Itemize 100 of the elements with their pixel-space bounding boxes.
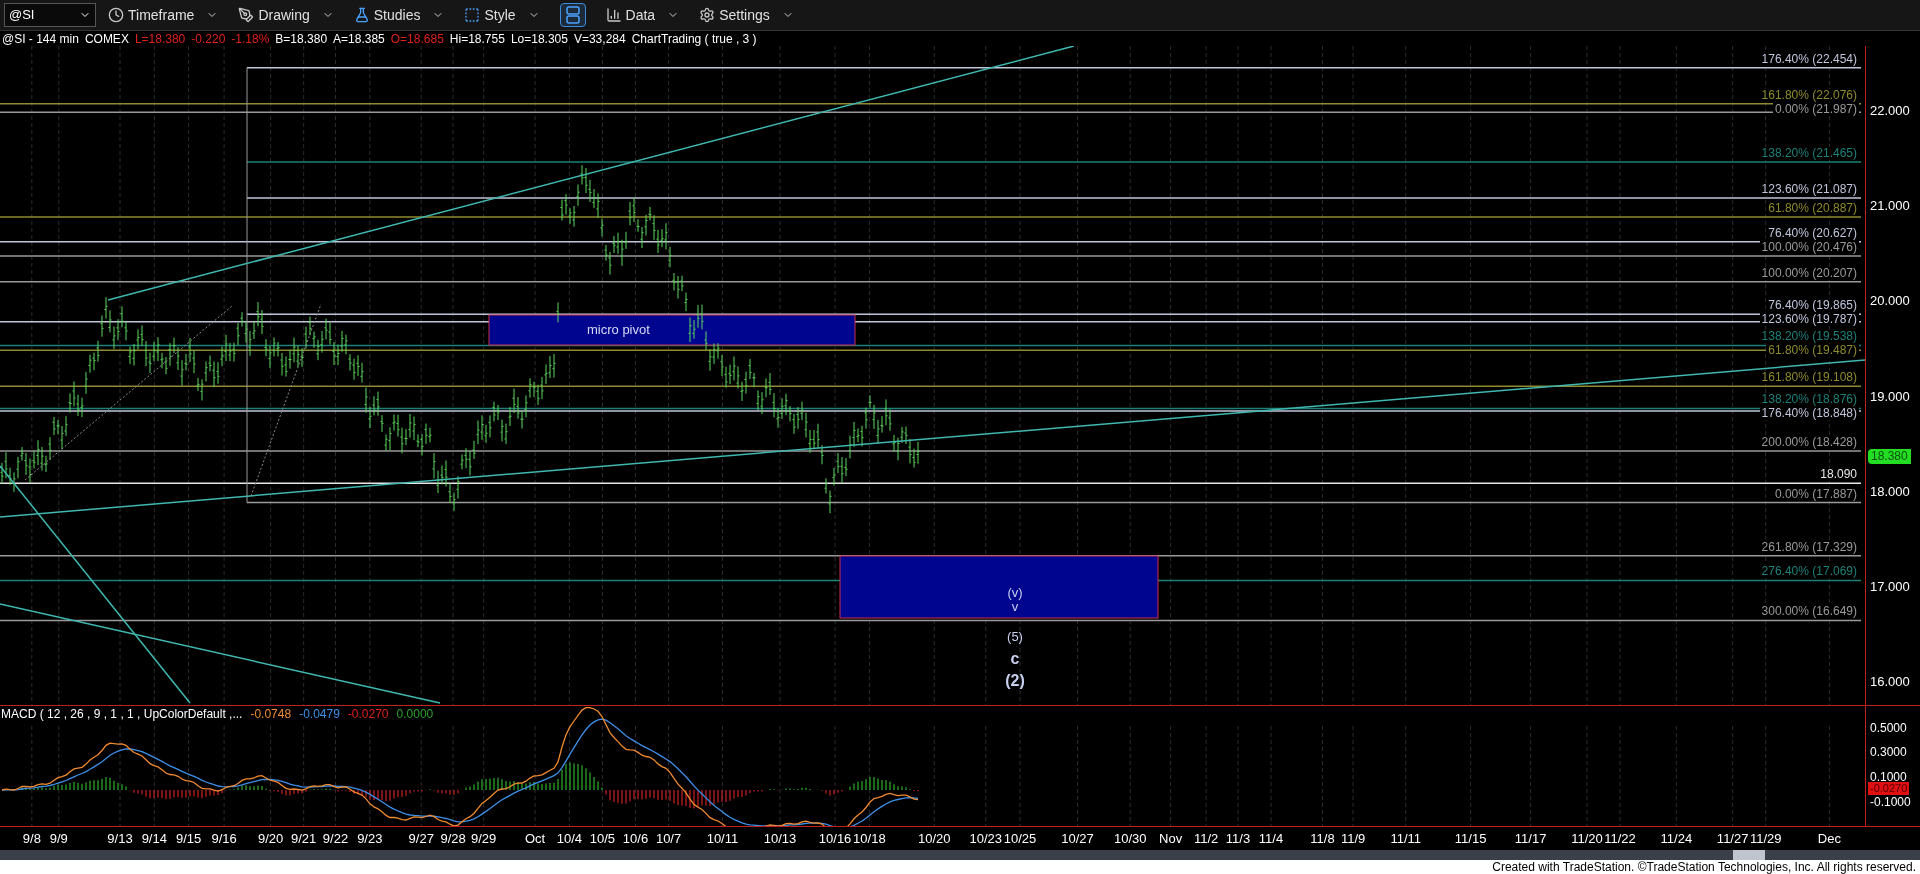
pen-icon [238, 7, 255, 23]
date-axis-label: 10/13 [763, 831, 797, 846]
date-axis-label: 9/21 [291, 831, 317, 846]
quote-field: -0.220 [191, 32, 226, 45]
quote-field: @SI - 144 min [2, 32, 79, 45]
date-axis-label: 9/20 [257, 831, 284, 846]
macd-value-badge: -0.0270 [1868, 782, 1910, 795]
toolbar-menu-button[interactable]: Drawing [230, 3, 342, 27]
price-axis-label: 21.000 [1870, 199, 1910, 214]
symbol-dropdown[interactable]: @SI [4, 3, 96, 27]
date-axis-label: Dec [1817, 831, 1841, 846]
date-axis-label: 10/20 [918, 831, 951, 846]
date-axis-label: Nov [1159, 831, 1183, 846]
scrollbar-thumb[interactable] [1733, 850, 1765, 860]
bar-chart-icon [605, 7, 622, 23]
wave-label: c [1010, 651, 1020, 667]
date-axis-label: 11/15 [1454, 831, 1487, 846]
date-axis-label: 10/5 [589, 831, 616, 846]
toolbar-menu-button[interactable]: Style [456, 3, 548, 27]
toolbar-menu-button[interactable]: Studies [345, 3, 453, 27]
date-axis-label: 10/25 [1003, 831, 1037, 846]
price-axis-label: 17.000 [1870, 580, 1910, 594]
date-axis-label: 10/6 [622, 831, 649, 846]
date-axis-label: 10/18 [853, 831, 886, 846]
date-axis-label: Oct [525, 831, 546, 846]
quote-field: Hi=18.755 [449, 32, 505, 45]
date-axis-label: 9/27 [408, 831, 434, 846]
date-axis-label: 9/23 [357, 831, 383, 846]
date-axis-label: 10/4 [556, 831, 583, 846]
stacked-panels-icon [565, 6, 580, 24]
fibonacci-level-label: 138.20% (21.465) [1759, 146, 1859, 160]
date-axis-label: 10/30 [1113, 831, 1147, 846]
date-axis-label: 10/11 [706, 831, 739, 846]
date-axis-label: 10/23 [969, 831, 1002, 846]
price-axis-label: 18.000 [1870, 484, 1910, 499]
fibonacci-level-label: 261.80% (17.329) [1759, 540, 1859, 554]
quote-field: A=18.385 [333, 32, 385, 45]
quote-field: Lo=18.305 [510, 32, 568, 45]
fibonacci-level-label: 76.40% (20.627) [1766, 226, 1859, 240]
settings-icon [699, 7, 716, 23]
dashed-square-icon [464, 7, 481, 23]
copyright-text: Created with TradeStation. ©TradeStation Technologies, Inc. All rights reserved. [1492, 860, 1916, 874]
fibonacci-level-label: 100.00% (20.476) [1759, 241, 1859, 255]
date-axis-label: 11/17 [1514, 831, 1547, 846]
date-axis-label: 11/22 [1604, 831, 1636, 846]
fibonacci-level-label: 176.40% (18.848) [1759, 407, 1859, 421]
price-axis-label: 16.000 [1870, 675, 1910, 690]
date-axis-label: 11/9 [1340, 831, 1366, 846]
wave-label: v [1011, 600, 1019, 614]
fibonacci-level-label: 138.20% (18.876) [1759, 393, 1859, 407]
macd-value: -0.0748 [250, 707, 292, 721]
date-axis-label: 9/15 [175, 831, 202, 846]
flask-icon [353, 7, 370, 23]
macd-axis-label: 0.1000 [1870, 771, 1907, 784]
fibonacci-level-label: 123.60% (21.087) [1759, 182, 1859, 196]
horizontal-scrollbar[interactable] [0, 850, 1920, 860]
date-axis-label: 9/9 [49, 831, 68, 846]
wave-label: (2) [1005, 673, 1025, 689]
date-axis-label: 11/11 [1390, 831, 1421, 846]
fibonacci-level-label: 200.00% (18.428) [1759, 436, 1859, 450]
fibonacci-level-label: 61.80% (19.487) [1766, 344, 1859, 358]
macd-value: -0.0479 [299, 707, 340, 721]
price-axis-label: 22.000 [1870, 104, 1910, 118]
toolbar-menu-button[interactable]: Settings [691, 3, 802, 27]
date-axis-label: 11/2 [1193, 831, 1219, 846]
fibonacci-level-label: 161.80% (22.076) [1759, 88, 1859, 102]
date-axis-label: 11/20 [1571, 831, 1603, 846]
fibonacci-level-label: 100.00% (20.207) [1759, 266, 1859, 280]
quote-field: -1.18% [231, 32, 270, 45]
price-axis-label: 19.000 [1870, 389, 1910, 404]
toolbar-menu-button[interactable]: Timeframe [100, 3, 227, 27]
toolbar-menu-button[interactable]: Data [597, 3, 688, 27]
macd-axis-label: -0.1000 [1870, 796, 1911, 809]
macd-value: 0.0000 [396, 707, 434, 721]
layout-toggle-button[interactable] [559, 3, 586, 27]
fibonacci-level-label: 276.40% (17.069) [1759, 565, 1859, 579]
macd-title: MACD ( 12 , 26 , 9 , 1 , 1 , UpColorDefault ,... [1, 707, 243, 721]
price-axis-label: 20.000 [1870, 294, 1910, 309]
macd-axis-label: 0.3000 [1870, 746, 1907, 759]
quote-field: COMEX [84, 32, 129, 45]
quote-field: O=18.685 [390, 32, 444, 45]
date-axis-label: 11/24 [1660, 831, 1693, 846]
wave-label: (5) [1007, 629, 1023, 645]
wave-label: (v) [1007, 586, 1023, 600]
date-axis-label: 10/7 [655, 831, 682, 846]
date-axis-label: 11/27 [1716, 831, 1749, 846]
fibonacci-level-label: 0.00% (17.887) [1772, 487, 1859, 501]
fibonacci-level-label: 61.80% (20.887) [1766, 201, 1859, 215]
date-axis-label: 9/14 [141, 831, 167, 846]
date-axis-label: 11/4 [1258, 831, 1284, 846]
date-axis-label: 9/8 [22, 831, 41, 846]
zone-label: micro pivot [587, 323, 650, 337]
clock-icon [108, 7, 124, 23]
quote-field: B=18.380 [275, 32, 328, 45]
quote-field: ChartTrading ( true , 3 ) [631, 32, 757, 45]
date-axis-label: 9/28 [440, 831, 466, 846]
date-axis-label: 11/29 [1749, 831, 1782, 846]
fibonacci-level-label: 18.090 [1818, 468, 1859, 482]
fibonacci-level-label: 300.00% (16.649) [1759, 605, 1859, 619]
date-axis-label: 10/27 [1061, 831, 1094, 846]
